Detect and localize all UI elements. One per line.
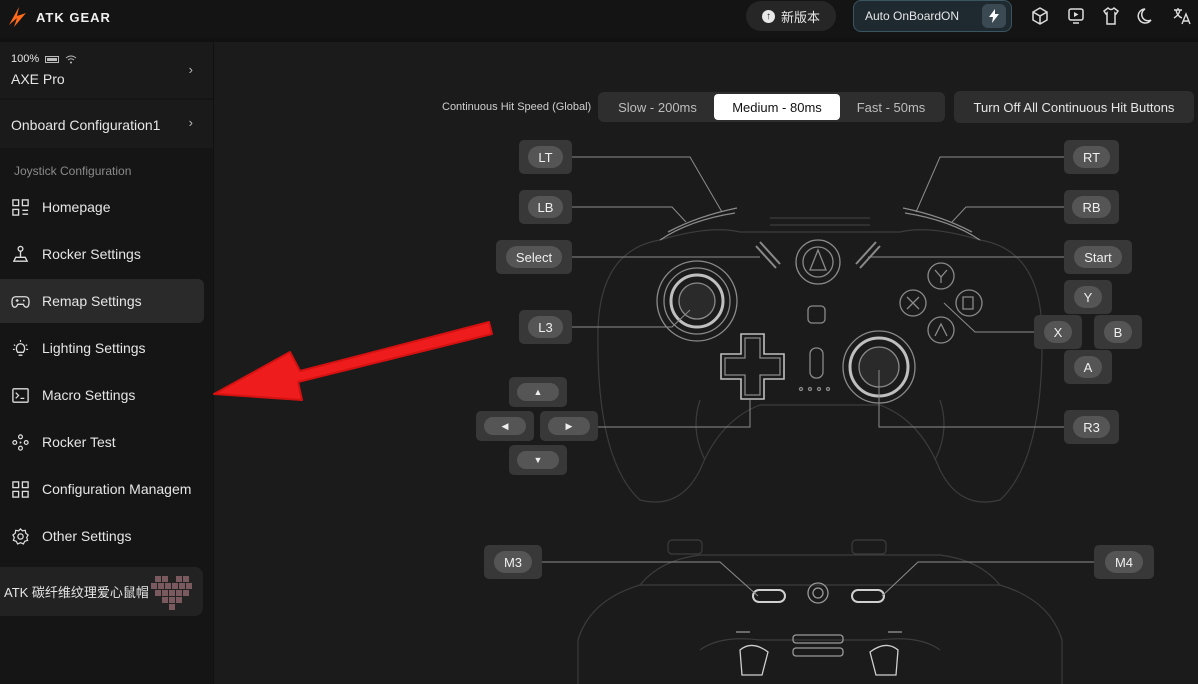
moon-icon[interactable] [1137, 6, 1157, 26]
button-lt-label: LT [528, 146, 563, 168]
chevron-right-icon: › [188, 115, 193, 130]
button-rb-label: RB [1072, 196, 1111, 218]
sidebar-item-label: Homepage [42, 199, 111, 215]
pixel-heart-icon [150, 575, 192, 610]
tshirt-icon[interactable] [1101, 6, 1121, 26]
button-dpad-up[interactable]: ▲ [509, 377, 567, 407]
sidebar-item-label: Configuration Managem [42, 481, 192, 497]
dpad-left-icon: ◀ [484, 417, 526, 435]
translate-icon[interactable] [1172, 6, 1192, 26]
battery-level: 100% [11, 53, 40, 65]
sidebar-item-lighting-settings[interactable]: Lighting Settings [0, 326, 204, 370]
sidebar-item-label: Rocker Settings [42, 246, 141, 262]
button-lb-label: LB [527, 196, 564, 218]
button-select[interactable]: Select [496, 240, 572, 274]
device-name: AXE Pro [11, 71, 65, 87]
dpad-right-icon: ▶ [548, 417, 590, 435]
sidebar-item-label: Other Settings [42, 528, 132, 544]
device-card[interactable]: 100% AXE Pro › [0, 42, 213, 98]
button-m4-label: M4 [1104, 551, 1144, 573]
battery-icon [45, 55, 60, 63]
onboard-config-label: Onboard Configuration1 [11, 117, 161, 133]
brand: ATK GEAR [6, 5, 111, 29]
button-a-label: A [1073, 356, 1103, 378]
lightbulb-icon [12, 339, 29, 356]
sidebar-item-configuration-management[interactable]: Configuration Managem [0, 467, 204, 511]
dpad-up-icon: ▲ [517, 383, 559, 401]
cube-icon[interactable] [1030, 6, 1050, 26]
terminal-icon [12, 387, 29, 403]
sidebar-item-rocker-settings[interactable]: Rocker Settings [0, 232, 204, 276]
speed-segmented-control: Slow - 200ms Medium - 80ms Fast - 50ms [598, 92, 945, 122]
button-dpad-right[interactable]: ▶ [540, 411, 598, 441]
apps-icon [12, 480, 29, 498]
wifi-icon [65, 55, 77, 63]
gear-icon [12, 527, 29, 545]
joystick-icon [12, 245, 29, 262]
sidebar-item-label: Rocker Test [42, 434, 116, 450]
dots-cluster-icon [12, 433, 29, 451]
button-x[interactable]: X [1034, 315, 1082, 349]
monitor-play-icon[interactable] [1066, 6, 1086, 26]
button-rb[interactable]: RB [1064, 190, 1119, 224]
button-dpad-left[interactable]: ◀ [476, 411, 534, 441]
section-title: Joystick Configuration [14, 164, 132, 178]
speed-option-slow[interactable]: Slow - 200ms [601, 94, 714, 120]
button-rt[interactable]: RT [1064, 140, 1119, 174]
sidebar-item-other-settings[interactable]: Other Settings [0, 514, 204, 558]
continuous-hit-speed-label: Continuous Hit Speed (Global) [442, 101, 592, 113]
atk-logo-icon [9, 7, 26, 27]
button-y-label: Y [1073, 286, 1103, 308]
new-version-label: 新版本 [780, 9, 820, 25]
sidebar-item-homepage[interactable]: Homepage [0, 185, 204, 229]
onboard-config-selector[interactable]: Onboard Configuration1 › [0, 100, 213, 148]
speed-option-medium[interactable]: Medium - 80ms [714, 94, 840, 120]
button-start[interactable]: Start [1064, 240, 1132, 274]
upgrade-icon: ↑ [761, 9, 775, 23]
button-l3-label: L3 [528, 316, 563, 338]
sidebar-item-label: Remap Settings [42, 293, 142, 309]
button-lt[interactable]: LT [519, 140, 572, 174]
lightning-icon[interactable] [982, 4, 1006, 28]
sidebar: 100% AXE Pro › Onboard Configuration1 › … [0, 42, 213, 684]
sidebar-item-rocker-test[interactable]: Rocker Test [0, 420, 204, 464]
button-b-label: B [1103, 321, 1133, 343]
main-panel [214, 42, 1198, 684]
top-bar: ATK GEAR ↑ 新版本 Auto OnBoardON [0, 0, 1198, 38]
auto-onboard-toggle[interactable]: Auto OnBoardON [853, 0, 1012, 32]
brand-name: ATK GEAR [36, 9, 111, 25]
button-m3-label: M3 [493, 551, 533, 573]
gamepad-icon [11, 295, 30, 308]
turn-off-continuous-hit-button[interactable]: Turn Off All Continuous Hit Buttons [954, 91, 1194, 123]
button-r3[interactable]: R3 [1064, 410, 1119, 444]
button-lb[interactable]: LB [519, 190, 572, 224]
profile-label: ATK 碳纤维纹理爱心鼠帽 [4, 585, 149, 600]
button-dpad-down[interactable]: ▼ [509, 445, 567, 475]
button-l3[interactable]: L3 [519, 310, 572, 344]
battery-row: 100% [11, 53, 77, 65]
button-m3[interactable]: M3 [484, 545, 542, 579]
button-a[interactable]: A [1064, 350, 1112, 384]
sidebar-item-macro-settings[interactable]: Macro Settings [0, 373, 204, 417]
button-y[interactable]: Y [1064, 280, 1112, 314]
button-b[interactable]: B [1094, 315, 1142, 349]
dpad-down-icon: ▼ [517, 451, 559, 469]
button-select-label: Select [505, 246, 563, 268]
button-rt-label: RT [1072, 146, 1111, 168]
sidebar-item-label: Lighting Settings [42, 340, 146, 356]
button-start-label: Start [1074, 246, 1122, 268]
chevron-right-icon: › [188, 62, 193, 77]
sidebar-item-remap-settings[interactable]: Remap Settings [0, 279, 204, 323]
button-m4[interactable]: M4 [1094, 545, 1154, 579]
speed-option-fast[interactable]: Fast - 50ms [840, 94, 942, 120]
new-version-button[interactable]: ↑ 新版本 [746, 1, 836, 31]
button-x-label: X [1043, 321, 1073, 343]
button-r3-label: R3 [1073, 416, 1110, 438]
grid-icon [12, 198, 29, 216]
profile-item[interactable]: ATK 碳纤维纹理爱心鼠帽 [0, 567, 203, 616]
auto-onboard-label: Auto OnBoardON [865, 9, 960, 23]
sidebar-item-label: Macro Settings [42, 387, 136, 403]
